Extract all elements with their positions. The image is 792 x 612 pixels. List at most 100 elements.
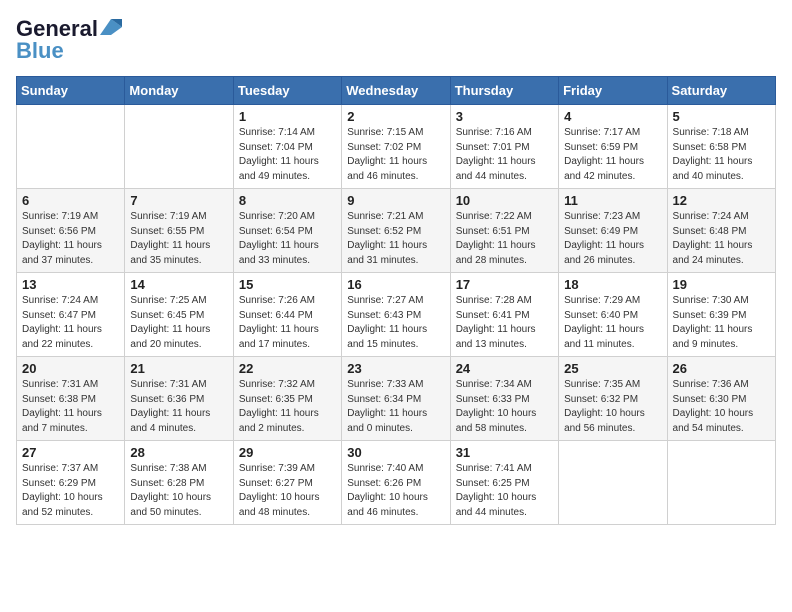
day-number: 1 — [239, 109, 336, 124]
day-info: Sunrise: 7:37 AM Sunset: 6:29 PM Dayligh… — [22, 462, 119, 520]
day-info: Sunrise: 7:22 AM Sunset: 6:51 PM Dayligh… — [456, 210, 553, 268]
day-info: Sunrise: 7:18 AM Sunset: 6:58 PM Dayligh… — [673, 126, 770, 184]
day-number: 27 — [22, 445, 119, 460]
day-info: Sunrise: 7:35 AM Sunset: 6:32 PM Dayligh… — [564, 378, 661, 436]
calendar-cell: 17 Sunrise: 7:28 AM Sunset: 6:41 PM Dayli… — [450, 273, 558, 357]
week-row-1: 1 Sunrise: 7:14 AM Sunset: 7:04 PM Daylig… — [17, 105, 776, 189]
day-info: Sunrise: 7:40 AM Sunset: 6:26 PM Dayligh… — [347, 462, 444, 520]
day-number: 23 — [347, 361, 444, 376]
day-number: 25 — [564, 361, 661, 376]
day-info: Sunrise: 7:38 AM Sunset: 6:28 PM Dayligh… — [130, 462, 227, 520]
calendar-cell: 29 Sunrise: 7:39 AM Sunset: 6:27 PM Dayli… — [233, 441, 341, 525]
day-info: Sunrise: 7:31 AM Sunset: 6:36 PM Dayligh… — [130, 378, 227, 436]
day-number: 15 — [239, 277, 336, 292]
calendar-cell: 2 Sunrise: 7:15 AM Sunset: 7:02 PM Daylig… — [342, 105, 450, 189]
day-number: 5 — [673, 109, 770, 124]
calendar-cell: 18 Sunrise: 7:29 AM Sunset: 6:40 PM Dayli… — [559, 273, 667, 357]
day-number: 14 — [130, 277, 227, 292]
calendar-cell: 3 Sunrise: 7:16 AM Sunset: 7:01 PM Daylig… — [450, 105, 558, 189]
day-number: 20 — [22, 361, 119, 376]
calendar-cell — [17, 105, 125, 189]
calendar-cell: 4 Sunrise: 7:17 AM Sunset: 6:59 PM Daylig… — [559, 105, 667, 189]
calendar-cell: 15 Sunrise: 7:26 AM Sunset: 6:44 PM Dayli… — [233, 273, 341, 357]
day-info: Sunrise: 7:23 AM Sunset: 6:49 PM Dayligh… — [564, 210, 661, 268]
day-info: Sunrise: 7:24 AM Sunset: 6:48 PM Dayligh… — [673, 210, 770, 268]
calendar-cell: 8 Sunrise: 7:20 AM Sunset: 6:54 PM Daylig… — [233, 189, 341, 273]
day-info: Sunrise: 7:32 AM Sunset: 6:35 PM Dayligh… — [239, 378, 336, 436]
calendar-cell: 20 Sunrise: 7:31 AM Sunset: 6:38 PM Dayli… — [17, 357, 125, 441]
calendar-cell: 25 Sunrise: 7:35 AM Sunset: 6:32 PM Dayli… — [559, 357, 667, 441]
week-row-3: 13 Sunrise: 7:24 AM Sunset: 6:47 PM Dayli… — [17, 273, 776, 357]
logo: General Blue — [16, 16, 122, 64]
day-number: 4 — [564, 109, 661, 124]
calendar-cell — [667, 441, 775, 525]
day-info: Sunrise: 7:28 AM Sunset: 6:41 PM Dayligh… — [456, 294, 553, 352]
calendar-cell: 19Sunrise: 7:30 AM Sunset: 6:39 PM Dayli… — [667, 273, 775, 357]
day-info: Sunrise: 7:14 AM Sunset: 7:04 PM Dayligh… — [239, 126, 336, 184]
day-header-saturday: Saturday — [667, 77, 775, 105]
day-number: 17 — [456, 277, 553, 292]
day-info: Sunrise: 7:19 AM Sunset: 6:55 PM Dayligh… — [130, 210, 227, 268]
day-number: 30 — [347, 445, 444, 460]
day-number: 16 — [347, 277, 444, 292]
day-header-sunday: Sunday — [17, 77, 125, 105]
calendar-cell: 28 Sunrise: 7:38 AM Sunset: 6:28 PM Dayli… — [125, 441, 233, 525]
calendar-cell: 9 Sunrise: 7:21 AM Sunset: 6:52 PM Daylig… — [342, 189, 450, 273]
day-info: Sunrise: 7:26 AM Sunset: 6:44 PM Dayligh… — [239, 294, 336, 352]
day-number: 21 — [130, 361, 227, 376]
calendar-cell: 6 Sunrise: 7:19 AM Sunset: 6:56 PM Daylig… — [17, 189, 125, 273]
calendar-cell: 16Sunrise: 7:27 AM Sunset: 6:43 PM Dayli… — [342, 273, 450, 357]
day-info: Sunrise: 7:25 AM Sunset: 6:45 PM Dayligh… — [130, 294, 227, 352]
calendar-cell: 14 Sunrise: 7:25 AM Sunset: 6:45 PM Dayli… — [125, 273, 233, 357]
day-number: 9 — [347, 193, 444, 208]
day-header-thursday: Thursday — [450, 77, 558, 105]
day-number: 10 — [456, 193, 553, 208]
day-number: 29 — [239, 445, 336, 460]
day-number: 11 — [564, 193, 661, 208]
calendar-cell: 10 Sunrise: 7:22 AM Sunset: 6:51 PM Dayli… — [450, 189, 558, 273]
day-number: 31 — [456, 445, 553, 460]
day-info: Sunrise: 7:33 AM Sunset: 6:34 PM Dayligh… — [347, 378, 444, 436]
calendar-table: SundayMondayTuesdayWednesdayThursdayFrid… — [16, 76, 776, 525]
calendar-cell: 23 Sunrise: 7:33 AM Sunset: 6:34 PM Dayli… — [342, 357, 450, 441]
day-info: Sunrise: 7:24 AM Sunset: 6:47 PM Dayligh… — [22, 294, 119, 352]
day-info: Sunrise: 7:34 AM Sunset: 6:33 PM Dayligh… — [456, 378, 553, 436]
day-number: 8 — [239, 193, 336, 208]
calendar-cell: 11 Sunrise: 7:23 AM Sunset: 6:49 PM Dayli… — [559, 189, 667, 273]
day-info: Sunrise: 7:36 AM Sunset: 6:30 PM Dayligh… — [673, 378, 770, 436]
day-info: Sunrise: 7:20 AM Sunset: 6:54 PM Dayligh… — [239, 210, 336, 268]
calendar-cell: 13 Sunrise: 7:24 AM Sunset: 6:47 PM Dayli… — [17, 273, 125, 357]
day-info: Sunrise: 7:19 AM Sunset: 6:56 PM Dayligh… — [22, 210, 119, 268]
day-header-friday: Friday — [559, 77, 667, 105]
day-info: Sunrise: 7:31 AM Sunset: 6:38 PM Dayligh… — [22, 378, 119, 436]
header-row: SundayMondayTuesdayWednesdayThursdayFrid… — [17, 77, 776, 105]
calendar-cell — [125, 105, 233, 189]
day-number: 18 — [564, 277, 661, 292]
day-info: Sunrise: 7:17 AM Sunset: 6:59 PM Dayligh… — [564, 126, 661, 184]
day-number: 22 — [239, 361, 336, 376]
calendar-cell: 5 Sunrise: 7:18 AM Sunset: 6:58 PM Daylig… — [667, 105, 775, 189]
day-info: Sunrise: 7:41 AM Sunset: 6:25 PM Dayligh… — [456, 462, 553, 520]
calendar-cell: 24Sunrise: 7:34 AM Sunset: 6:33 PM Dayli… — [450, 357, 558, 441]
day-info: Sunrise: 7:15 AM Sunset: 7:02 PM Dayligh… — [347, 126, 444, 184]
day-header-tuesday: Tuesday — [233, 77, 341, 105]
calendar-cell: 27 Sunrise: 7:37 AM Sunset: 6:29 PM Dayli… — [17, 441, 125, 525]
calendar-cell: 22 Sunrise: 7:32 AM Sunset: 6:35 PM Dayli… — [233, 357, 341, 441]
day-number: 7 — [130, 193, 227, 208]
day-number: 2 — [347, 109, 444, 124]
logo-icon — [100, 19, 122, 35]
day-info: Sunrise: 7:21 AM Sunset: 6:52 PM Dayligh… — [347, 210, 444, 268]
calendar-cell: 21 Sunrise: 7:31 AM Sunset: 6:36 PM Dayli… — [125, 357, 233, 441]
day-number: 13 — [22, 277, 119, 292]
calendar-cell — [559, 441, 667, 525]
day-info: Sunrise: 7:39 AM Sunset: 6:27 PM Dayligh… — [239, 462, 336, 520]
day-header-wednesday: Wednesday — [342, 77, 450, 105]
day-number: 28 — [130, 445, 227, 460]
day-number: 6 — [22, 193, 119, 208]
calendar-cell: 12 Sunrise: 7:24 AM Sunset: 6:48 PM Dayli… — [667, 189, 775, 273]
day-number: 12 — [673, 193, 770, 208]
day-number: 3 — [456, 109, 553, 124]
day-info: Sunrise: 7:29 AM Sunset: 6:40 PM Dayligh… — [564, 294, 661, 352]
day-info: Sunrise: 7:16 AM Sunset: 7:01 PM Dayligh… — [456, 126, 553, 184]
calendar-cell: 31 Sunrise: 7:41 AM Sunset: 6:25 PM Dayli… — [450, 441, 558, 525]
